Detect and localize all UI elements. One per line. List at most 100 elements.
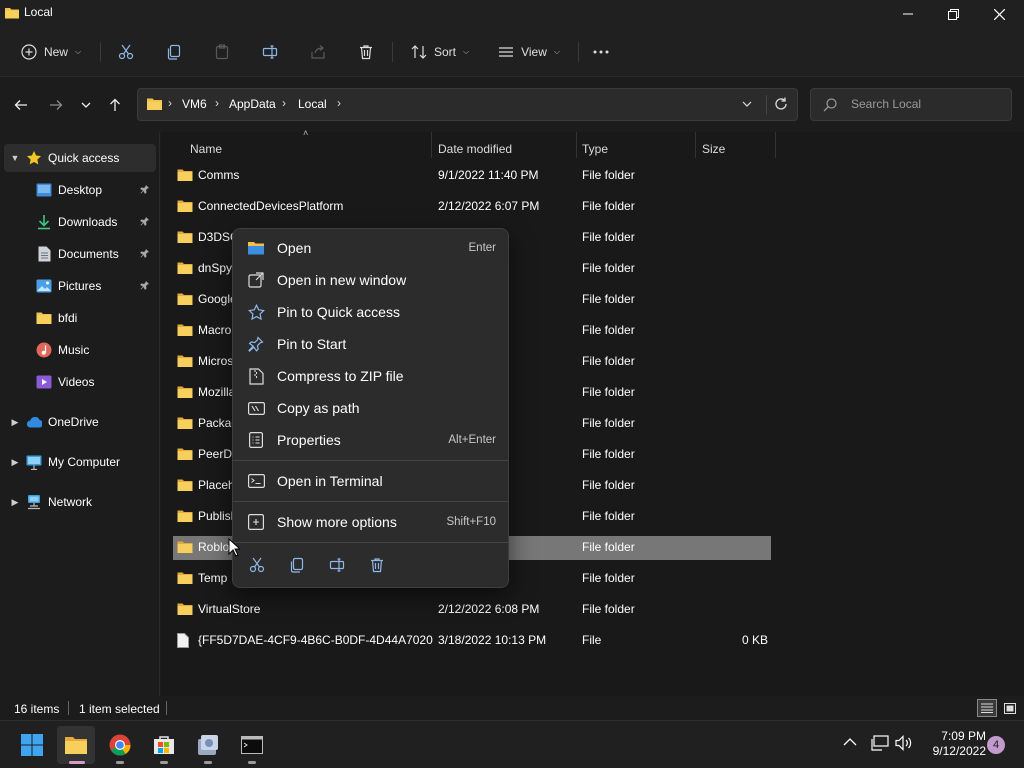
menu-item-show-more-options[interactable]: Show more options Shift+F10 [239,507,504,537]
tiles-view-button[interactable] [1000,699,1020,717]
pictures-icon [36,278,52,294]
menu-cut-button[interactable] [241,553,273,577]
view-button[interactable]: View ⌵ [490,36,568,68]
menu-rename-button[interactable] [321,553,353,577]
cell-type: File folder [582,354,635,368]
breadcrumb-appdata[interactable]: AppData [229,97,276,111]
taskbar-app[interactable] [189,726,227,764]
recent-locations-button[interactable] [73,91,99,119]
restore-button[interactable] [930,0,976,28]
table-row[interactable]: ConnectedDevicesPlatform 2/12/2022 6:07 P… [173,195,771,219]
cell-type: File folder [582,385,635,399]
taskbar-terminal[interactable] [233,726,271,764]
paste-button[interactable] [208,36,236,68]
column-divider[interactable] [775,132,776,158]
delete-button[interactable] [352,36,380,68]
sidebar-item-bfdi[interactable]: bfdi [4,304,156,332]
running-indicator [160,761,168,764]
minimize-icon [903,9,913,19]
chevron-right-icon: › [337,96,341,110]
back-button[interactable] [8,91,34,119]
new-button[interactable]: New ⌵ [14,36,88,68]
taskbar-store[interactable] [145,726,183,764]
minimize-button[interactable] [885,0,931,28]
chevron-down-icon: ⌵ [553,47,560,56]
selection-count: 1 item selected [79,702,160,716]
taskbar-chrome[interactable] [101,726,139,764]
more-button[interactable] [586,36,616,68]
folder-icon [177,323,193,337]
details-view-button[interactable] [977,699,997,717]
new-icon [21,44,37,60]
table-row[interactable]: {FF5D7DAE-4CF9-4B6C-B0DF-4D44A7020... 3/1… [173,629,771,653]
item-count: 16 items [14,702,60,716]
breadcrumb-vm6[interactable]: VM6 [182,97,207,111]
menu-item-open-terminal[interactable]: Open in Terminal [239,466,504,496]
arrow-left-icon [14,99,28,111]
menu-item-label: Open in Terminal [277,473,383,489]
column-divider[interactable] [695,132,696,158]
taskbar-file-explorer[interactable] [57,726,95,764]
address-bar[interactable]: › VM6 › AppData › Local › [137,88,798,121]
sidebar-item-pictures[interactable]: Pictures [4,272,156,300]
share-button[interactable] [304,36,332,68]
store-icon [153,735,175,755]
forward-button[interactable] [43,91,69,119]
clock[interactable]: 7:09 PM 9/12/2022 [916,729,986,759]
cut-button[interactable] [112,36,140,68]
column-divider[interactable] [576,132,577,158]
menu-item-pin-quick-access[interactable]: Pin to Quick access [239,297,504,327]
volume-button[interactable] [895,735,913,751]
app-icon [197,734,219,756]
menu-separator [233,542,508,543]
folder-open-icon [247,239,265,257]
sidebar-item-documents[interactable]: Documents [4,240,156,268]
sidebar-item-quick-access[interactable]: ▼ Quick access [4,144,156,172]
menu-item-open-new-window[interactable]: Open in new window [239,265,504,295]
column-header-type[interactable]: Type [582,137,608,161]
chevron-up-icon [843,738,857,746]
address-row: › VM6 › AppData › Local › Search Local [0,76,1024,132]
sidebar-item-downloads[interactable]: Downloads [4,208,156,236]
refresh-button[interactable] [774,97,788,111]
menu-item-compress-zip[interactable]: Compress to ZIP file [239,361,504,391]
sidebar-item-videos[interactable]: Videos [4,368,156,396]
menu-item-copy-as-path[interactable]: Copy as path [239,393,504,423]
network-status-button[interactable] [871,735,889,751]
menu-delete-button[interactable] [361,553,393,577]
menu-item-label: Pin to Start [277,336,347,352]
sidebar-item-my-computer[interactable]: ▶ My Computer [4,448,156,476]
menu-item-shortcut: Enter [468,242,497,254]
address-history-button[interactable] [742,101,752,107]
sidebar-item-onedrive[interactable]: ▶ OneDrive [4,408,156,436]
show-hidden-icons-button[interactable] [843,738,857,746]
up-button[interactable] [102,91,128,119]
close-button[interactable] [976,0,1022,28]
navigation-pane: ▼ Quick access Desktop Downloads Documen… [0,132,160,696]
breadcrumb-local[interactable]: Local [298,97,327,111]
copy-button[interactable] [160,36,188,68]
search-input[interactable]: Search Local [810,88,1012,121]
column-header-size[interactable]: Size [702,137,725,161]
menu-copy-button[interactable] [281,553,313,577]
menu-item-pin-start[interactable]: Pin to Start [239,329,504,359]
sort-button[interactable]: Sort ⌵ [402,36,478,68]
pin-icon [140,248,150,258]
sidebar-item-desktop[interactable]: Desktop [4,176,156,204]
table-row[interactable]: Comms 9/1/2022 11:40 PM File folder [173,164,771,188]
music-icon [36,342,52,358]
table-row[interactable]: VirtualStore 2/12/2022 6:08 PM File folder [173,598,771,622]
notification-badge[interactable]: 4 [987,736,1005,754]
sidebar-item-network[interactable]: ▶ Network [4,488,156,516]
column-header-date[interactable]: Date modified [438,137,512,161]
sidebar-item-music[interactable]: Music [4,336,156,364]
column-divider[interactable] [431,132,432,158]
column-header-name[interactable]: Name [190,137,222,161]
start-button[interactable] [13,726,51,764]
menu-item-open[interactable]: Open Enter [239,233,504,263]
menu-item-properties[interactable]: Properties Alt+Enter [239,425,504,455]
rename-button[interactable] [256,36,284,68]
sidebar-item-label: Desktop [58,183,103,197]
delete-icon [369,557,385,573]
copy-icon [289,557,305,573]
